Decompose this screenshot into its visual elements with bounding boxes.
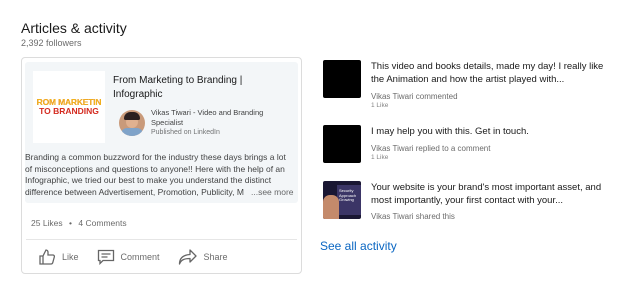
activity-item[interactable]: I may help you with this. Get in touch. … [323, 125, 608, 165]
author-avatar[interactable] [119, 110, 145, 136]
article-thumbnail[interactable]: ROM MARKETIN TO BRANDING [33, 71, 105, 143]
section-title: Articles & activity [21, 20, 127, 36]
activity-meta: Vikas Tiwari replied to a comment [371, 144, 491, 153]
share-label: Share [203, 252, 228, 262]
excerpt-line: of misconceptions and questions to anyon… [25, 163, 285, 174]
social-actions: Like Comment Share [38, 248, 246, 266]
activity-text[interactable]: Your website is your brand's most import… [371, 181, 607, 207]
activity-thumbnail[interactable]: Security Approach Growing [323, 181, 361, 219]
see-all-activity-link[interactable]: See all activity [320, 239, 397, 253]
article-card: ROM MARKETIN TO BRANDING From Marketing … [21, 57, 302, 274]
comments-count[interactable]: 4 Comments [78, 218, 126, 228]
activity-thumbnail[interactable] [323, 125, 361, 163]
article-preview[interactable]: ROM MARKETIN TO BRANDING From Marketing … [25, 62, 298, 203]
excerpt-line: Infographic, we tried our best to make y… [25, 175, 272, 185]
like-button[interactable]: Like [38, 248, 79, 266]
excerpt-line: Branding a common buzzword for the indus… [25, 152, 286, 162]
separator-dot: • [69, 218, 73, 228]
comment-button[interactable]: Comment [97, 249, 160, 265]
author-name[interactable]: Vikas Tiwari - Video and Branding Specia… [151, 108, 291, 128]
divider [26, 239, 297, 240]
comment-label: Comment [120, 252, 160, 262]
activity-text[interactable]: I may help you with this. Get in touch. [371, 125, 607, 138]
article-excerpt: Branding a common buzzword for the indus… [25, 152, 298, 198]
activity-thumbnail[interactable] [323, 60, 361, 98]
see-more-link[interactable]: ...see more [251, 187, 294, 199]
thumbs-up-icon [39, 249, 56, 265]
likes-count[interactable]: 25 Likes [31, 218, 63, 228]
thumbnail-text-line2: TO BRANDING [39, 106, 99, 116]
article-title[interactable]: From Marketing to Branding | Infographic [113, 74, 289, 102]
published-label: Published on LinkedIn [151, 129, 220, 136]
activity-likes[interactable]: 1 Like [371, 102, 388, 109]
social-counts: 25 Likes • 4 Comments [31, 218, 127, 228]
excerpt-line: difference between Advertisement, Promot… [25, 186, 244, 197]
share-icon [178, 249, 197, 265]
activity-likes[interactable]: 1 Like [371, 154, 388, 161]
comment-icon [97, 249, 114, 265]
activity-text[interactable]: This video and books details, made my da… [371, 60, 607, 86]
activity-meta: Vikas Tiwari commented [371, 92, 458, 101]
like-label: Like [62, 252, 79, 262]
activity-meta: Vikas Tiwari shared this [371, 212, 455, 221]
activity-item[interactable]: This video and books details, made my da… [323, 60, 608, 110]
share-button[interactable]: Share [178, 249, 228, 265]
activity-item[interactable]: Security Approach Growing Your website is … [323, 181, 608, 223]
followers-count: 2,392 followers [21, 38, 82, 48]
